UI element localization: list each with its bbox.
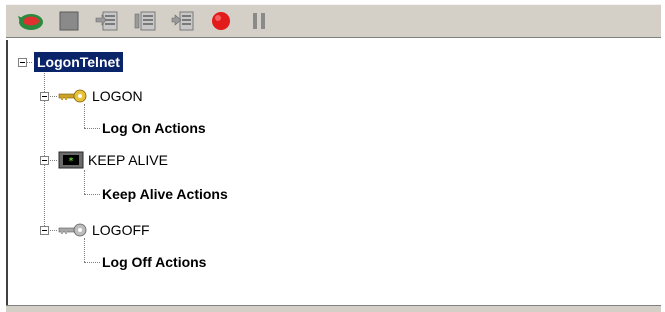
script-tree: LogonTelnet LOGON Log On Actions * KEEP … — [6, 40, 661, 305]
tree-connector — [84, 238, 85, 262]
key-gold-icon — [58, 89, 87, 103]
terminal-icon: * — [58, 151, 84, 169]
tree-root[interactable]: LogonTelnet — [34, 51, 123, 73]
collapse-toggle-keep-alive[interactable] — [40, 156, 49, 165]
add-step-button[interactable] — [92, 7, 122, 35]
stop-square-icon — [59, 11, 79, 31]
tree-connector — [84, 262, 100, 263]
move-step-icon — [171, 11, 194, 31]
pause-icon — [253, 13, 265, 29]
tree-node-logoff[interactable]: LOGOFF — [58, 219, 150, 241]
tree-leaf-log-on-actions[interactable]: Log On Actions — [102, 117, 206, 139]
refresh-arrow-icon — [18, 14, 43, 30]
add-step-icon — [95, 11, 118, 31]
collapse-toggle-logon[interactable] — [40, 92, 49, 101]
key-gray-icon — [58, 223, 87, 237]
tree-leaf-keep-alive-actions[interactable]: Keep Alive Actions — [102, 183, 228, 205]
record-icon — [212, 12, 230, 30]
tree-node-keep-alive[interactable]: * KEEP ALIVE — [58, 149, 168, 171]
tree-leaf-label: Log On Actions — [102, 120, 206, 136]
insert-step-icon — [134, 11, 156, 31]
tree-node-label: LOGON — [92, 88, 143, 104]
collapse-toggle-logoff[interactable] — [40, 226, 49, 235]
tree-connector — [84, 170, 85, 194]
tree-node-label: LOGOFF — [92, 222, 150, 238]
tree-node-label: KEEP ALIVE — [88, 152, 168, 168]
tree-leaf-label: Log Off Actions — [102, 254, 207, 270]
tree-connector — [84, 104, 85, 128]
svg-text:*: * — [68, 156, 74, 167]
move-step-button[interactable] — [168, 7, 198, 35]
tree-root-label: LogonTelnet — [34, 52, 123, 72]
insert-step-button[interactable] — [130, 7, 160, 35]
tree-leaf-label: Keep Alive Actions — [102, 186, 228, 202]
record-button[interactable] — [206, 7, 236, 35]
collapse-toggle-root[interactable] — [18, 58, 27, 67]
tree-leaf-log-off-actions[interactable]: Log Off Actions — [102, 251, 206, 273]
stop-button[interactable] — [54, 7, 84, 35]
tree-node-logon[interactable]: LOGON — [58, 85, 143, 107]
tree-connector — [84, 128, 100, 129]
pause-button[interactable] — [244, 7, 274, 35]
tree-connector — [84, 194, 100, 195]
refresh-button[interactable] — [16, 7, 46, 35]
toolbar — [6, 4, 661, 38]
logon-script-editor: LogonTelnet LOGON Log On Actions * KEEP … — [0, 0, 665, 312]
